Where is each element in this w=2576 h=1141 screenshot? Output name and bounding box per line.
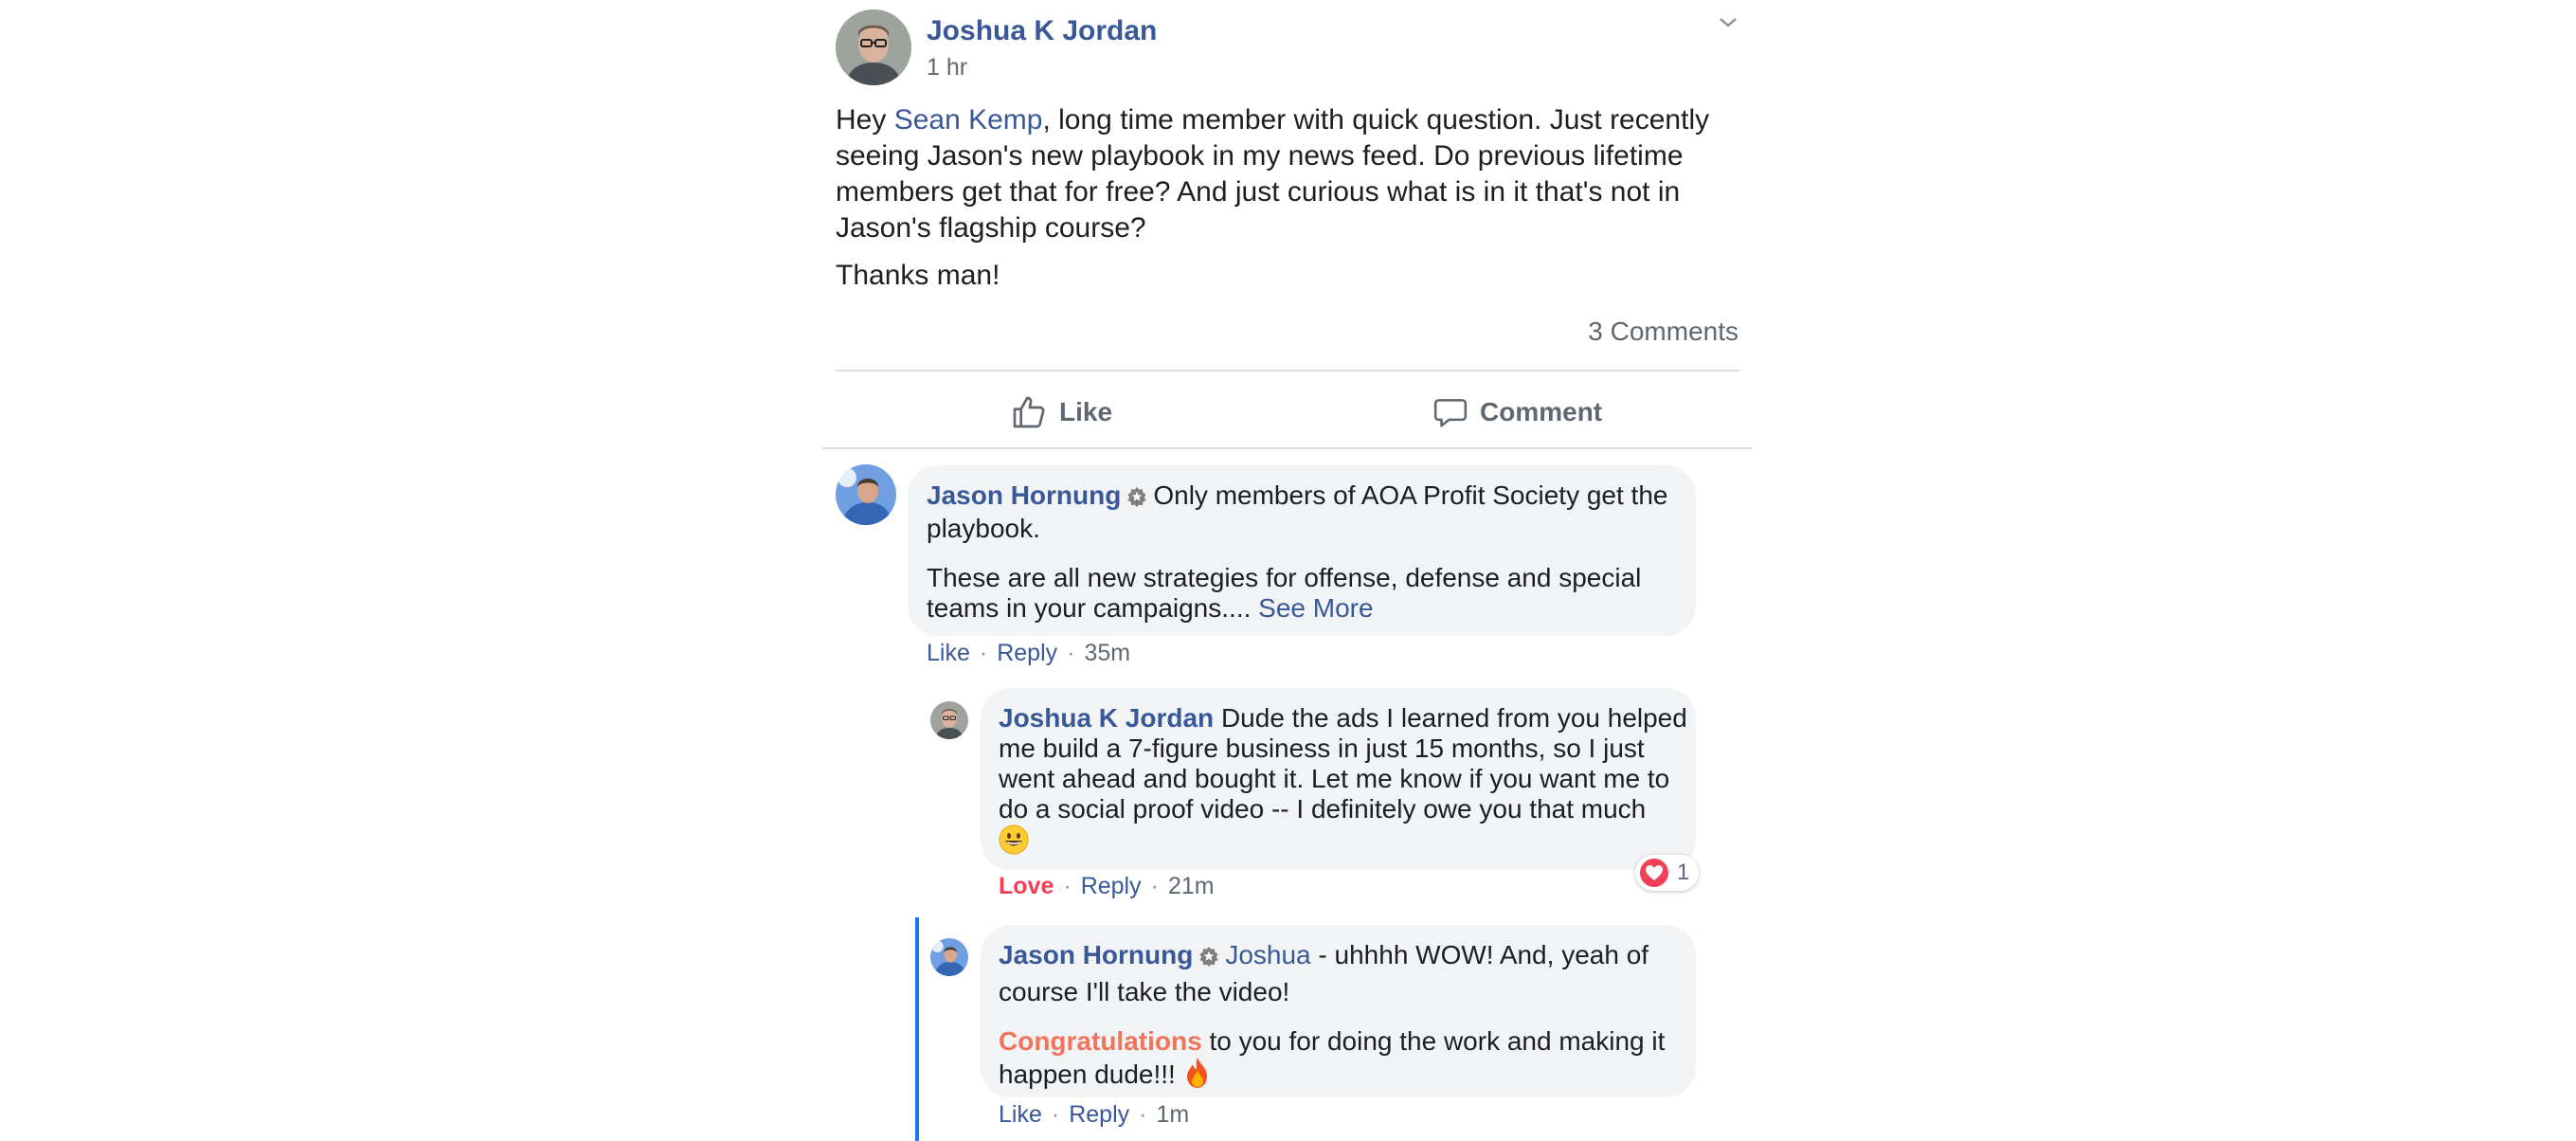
reply2-text: Jason Hornung Joshua - uhhhh WOW! And, ye… (999, 940, 1690, 1096)
post-timestamp[interactable]: 1 hr (927, 54, 967, 82)
reply-text: Joshua K Jordan Dude the ads I learned f… (999, 703, 1690, 861)
reply-author-name[interactable]: Joshua K Jordan (999, 703, 1214, 733)
divider-top (836, 370, 1739, 371)
reaction-count-pill[interactable]: 1 (1635, 855, 1700, 891)
reply2-author-name[interactable]: Jason Hornung (999, 940, 1193, 969)
divider-bottom (822, 447, 1753, 449)
post-body-line: Jason's flagship course? (836, 212, 1146, 244)
post-body-thanks: Thanks man! (836, 260, 1000, 291)
heart-reaction-icon (1639, 858, 1669, 888)
congratulations-highlight: Congratulations (999, 1026, 1202, 1056)
reply-author-avatar[interactable] (930, 701, 968, 739)
comments-count-link[interactable]: 3 Comments (1478, 317, 1738, 347)
see-more-link[interactable]: See More (1258, 593, 1373, 623)
post-body-line: Hey Sean Kemp, long time member with qui… (836, 104, 1710, 136)
reply-love-link[interactable]: Love (999, 873, 1054, 899)
comment-text: Jason Hornung Only members of AOA Profit … (927, 480, 1668, 623)
reply2-author-avatar[interactable] (930, 938, 968, 976)
reply2-like-link[interactable]: Like (999, 1101, 1042, 1128)
like-button-label: Like (1059, 397, 1113, 426)
mention-joshua[interactable]: Joshua (1225, 940, 1310, 969)
post-body: Hey Sean Kemp, long time member with qui… (836, 102, 1745, 294)
reply-timestamp[interactable]: 21m (1168, 873, 1215, 899)
post-body-line: members get that for free? And just curi… (836, 176, 1681, 208)
comment-reply-link[interactable]: Reply (997, 640, 1057, 666)
reaction-count: 1 (1677, 860, 1690, 885)
thread-indicator-line (915, 917, 919, 1141)
grinning-face-emoji-icon (999, 824, 1029, 861)
reply2-actions: Like · Reply · 1m (999, 1101, 1190, 1128)
commenter-avatar[interactable] (836, 464, 896, 525)
comment-author-name[interactable]: Jason Hornung (927, 480, 1121, 510)
reply2-reply-link[interactable]: Reply (1069, 1101, 1129, 1128)
mention-sean-kemp[interactable]: Sean Kemp (894, 104, 1043, 136)
speech-bubble-icon (1432, 394, 1468, 430)
thumbs-up-icon (1010, 393, 1048, 431)
reply-reply-link[interactable]: Reply (1081, 873, 1142, 899)
comment-timestamp[interactable]: 35m (1084, 640, 1130, 666)
moderator-badge-icon (1126, 483, 1147, 514)
post-author-avatar[interactable] (836, 9, 911, 85)
moderator-badge-icon (1198, 943, 1219, 973)
fire-emoji-icon (1183, 1057, 1212, 1096)
comment-like-link[interactable]: Like (927, 640, 970, 666)
post-body-line: seeing Jason's new playbook in my news f… (836, 140, 1684, 172)
comment-button-label: Comment (1480, 397, 1603, 426)
comment-button[interactable]: Comment (1432, 389, 1602, 436)
like-button[interactable]: Like (1010, 389, 1112, 436)
reply2-timestamp[interactable]: 1m (1156, 1101, 1189, 1128)
reply-actions: Love · Reply · 21m (999, 873, 1215, 899)
post-author-name[interactable]: Joshua K Jordan (927, 15, 1157, 47)
comment-actions: Like · Reply · 35m (927, 640, 1131, 666)
post-options-chevron-icon[interactable] (1717, 11, 1739, 34)
